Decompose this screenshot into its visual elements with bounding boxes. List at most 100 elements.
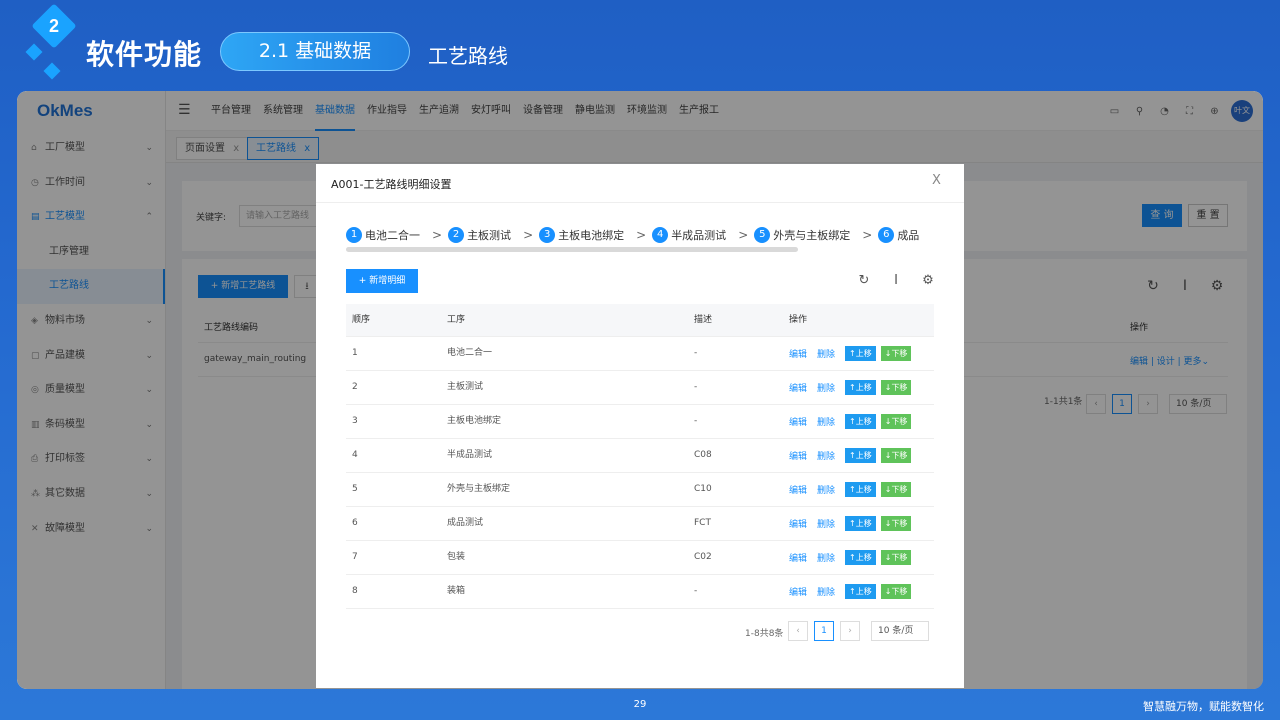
move-up-button[interactable]: ↑上移 — [845, 516, 876, 531]
move-down-button[interactable]: ↓下移 — [880, 516, 912, 531]
route-step[interactable]: 2 主板测试 > — [448, 224, 533, 243]
process-cell: 半成品测试 — [447, 450, 493, 460]
steps-scrollbar[interactable] — [346, 247, 798, 252]
move-up-button[interactable]: ↑上移 — [845, 482, 876, 497]
row-actions: 编辑 删除 ↑上移 ↓下移 — [789, 346, 912, 361]
settings-icon[interactable]: ⚙ — [912, 273, 944, 288]
move-down-button[interactable]: ↓下移 — [880, 414, 912, 429]
desc-cell: - — [694, 416, 698, 426]
add-detail-button[interactable]: + 新增明细 — [346, 269, 418, 293]
chevron-right-icon: > — [523, 227, 534, 242]
col-seq: 顺序 — [352, 315, 371, 325]
move-down-button[interactable]: ↓下移 — [880, 346, 912, 361]
edit-link[interactable]: 编辑 — [789, 551, 807, 564]
col-desc: 描述 — [694, 315, 713, 325]
decor-diamond-icon — [25, 43, 43, 61]
row-actions: 编辑 删除 ↑上移 ↓下移 — [789, 414, 912, 429]
process-cell: 主板电池绑定 — [447, 416, 502, 426]
desc-cell: - — [694, 586, 698, 596]
move-up-button[interactable]: ↑上移 — [845, 584, 876, 599]
table-row[interactable]: 2 主板测试 - 编辑 删除 ↑上移 ↓下移 — [346, 371, 934, 405]
decor-diamond-icon — [43, 62, 61, 80]
step-label: 成品 — [897, 228, 920, 242]
desc-cell: - — [694, 348, 698, 358]
edit-link[interactable]: 编辑 — [789, 517, 807, 530]
move-up-button[interactable]: ↑上移 — [845, 380, 876, 395]
edit-link[interactable]: 编辑 — [789, 415, 807, 428]
step-number: 1 — [346, 226, 362, 243]
row-actions: 编辑 删除 ↑上移 ↓下移 — [789, 482, 912, 497]
seq-cell: 4 — [352, 450, 358, 460]
table-row[interactable]: 4 半成品测试 C08 编辑 删除 ↑上移 ↓下移 — [346, 439, 934, 473]
delete-link[interactable]: 删除 — [817, 347, 835, 360]
slide-header: 2 软件功能 2.1 基础数据 工艺路线 — [0, 0, 1280, 92]
modal-title: A001-工艺路线明细设置 — [331, 178, 452, 191]
edit-link[interactable]: 编辑 — [789, 585, 807, 598]
page-size-select[interactable]: 10 条/页 — [871, 621, 929, 641]
divider — [316, 202, 964, 203]
move-up-button[interactable]: ↑上移 — [845, 448, 876, 463]
step-label: 半成品测试 — [671, 228, 727, 242]
table-row[interactable]: 5 外壳与主板绑定 C10 编辑 删除 ↑上移 ↓下移 — [346, 473, 934, 507]
close-icon[interactable]: X — [932, 173, 941, 188]
table-row[interactable]: 6 成品测试 FCT 编辑 删除 ↑上移 ↓下移 — [346, 507, 934, 541]
delete-link[interactable]: 删除 — [817, 551, 835, 564]
step-label: 主板测试 — [467, 228, 512, 242]
process-cell: 主板测试 — [447, 382, 484, 392]
table-row[interactable]: 7 包装 C02 编辑 删除 ↑上移 ↓下移 — [346, 541, 934, 575]
move-down-button[interactable]: ↓下移 — [880, 550, 912, 565]
delete-link[interactable]: 删除 — [817, 415, 835, 428]
route-step[interactable]: 1 电池二合一 > — [346, 224, 442, 243]
table-row[interactable]: 3 主板电池绑定 - 编辑 删除 ↑上移 ↓下移 — [346, 405, 934, 439]
seq-cell: 8 — [352, 586, 358, 596]
edit-link[interactable]: 编辑 — [789, 347, 807, 360]
slogan: 智慧融万物，赋能数智化 — [1143, 700, 1264, 713]
row-actions: 编辑 删除 ↑上移 ↓下移 — [789, 584, 912, 599]
column-height-icon[interactable]: I — [880, 273, 912, 288]
delete-link[interactable]: 删除 — [817, 585, 835, 598]
move-up-button[interactable]: ↑上移 — [845, 414, 876, 429]
delete-link[interactable]: 删除 — [817, 449, 835, 462]
route-step[interactable]: 5 外壳与主板绑定 > — [754, 224, 872, 243]
step-label: 外壳与主板绑定 — [773, 228, 851, 242]
edit-link[interactable]: 编辑 — [789, 483, 807, 496]
seq-cell: 7 — [352, 552, 358, 562]
modal-toolbar: ↻ I ⚙ — [848, 273, 944, 288]
route-step[interactable]: 6 成品 — [878, 224, 919, 243]
desc-cell: C08 — [694, 450, 712, 460]
move-down-button[interactable]: ↓下移 — [880, 448, 912, 463]
process-cell: 电池二合一 — [447, 348, 493, 358]
edit-link[interactable]: 编辑 — [789, 381, 807, 394]
step-number: 5 — [754, 226, 771, 243]
next-page-icon[interactable]: › — [840, 621, 860, 641]
pager-total: 1-8共8条 — [745, 629, 784, 639]
step-number: 6 — [878, 226, 895, 243]
refresh-icon[interactable]: ↻ — [848, 273, 880, 288]
move-down-button[interactable]: ↓下移 — [880, 584, 912, 599]
table-row[interactable]: 8 装箱 - 编辑 删除 ↑上移 ↓下移 — [346, 575, 934, 609]
step-number: 3 — [539, 226, 556, 243]
seq-cell: 1 — [352, 348, 358, 358]
delete-link[interactable]: 删除 — [817, 483, 835, 496]
prev-page-icon[interactable]: ‹ — [788, 621, 808, 641]
col-process: 工序 — [447, 315, 466, 325]
route-step[interactable]: 3 主板电池绑定 > — [539, 224, 646, 243]
step-number: 2 — [448, 226, 465, 243]
route-step[interactable]: 4 半成品测试 > — [652, 224, 748, 243]
route-detail-modal: A001-工艺路线明细设置 X 1 电池二合一 >2 主板测试 >3 主板电池绑定 >4 半成… — [316, 164, 964, 688]
table-body: 1 电池二合一 - 编辑 删除 ↑上移 ↓下移 2 主板测试 - 编辑 删除 ↑上移 ↓下移 3 主板电池绑定… — [346, 337, 934, 609]
section-pill: 2.1 基础数据 — [220, 32, 410, 71]
table-row[interactable]: 1 电池二合一 - 编辑 删除 ↑上移 ↓下移 — [346, 337, 934, 371]
page-button[interactable]: 1 — [814, 621, 834, 641]
move-up-button[interactable]: ↑上移 — [845, 346, 876, 361]
delete-link[interactable]: 删除 — [817, 517, 835, 530]
desc-cell: C10 — [694, 484, 712, 494]
row-actions: 编辑 删除 ↑上移 ↓下移 — [789, 550, 912, 565]
edit-link[interactable]: 编辑 — [789, 449, 807, 462]
move-up-button[interactable]: ↑上移 — [845, 550, 876, 565]
table-header: 顺序 工序 描述 操作 — [346, 304, 934, 337]
move-down-button[interactable]: ↓下移 — [880, 482, 912, 497]
row-actions: 编辑 删除 ↑上移 ↓下移 — [789, 380, 912, 395]
move-down-button[interactable]: ↓下移 — [880, 380, 912, 395]
delete-link[interactable]: 删除 — [817, 381, 835, 394]
